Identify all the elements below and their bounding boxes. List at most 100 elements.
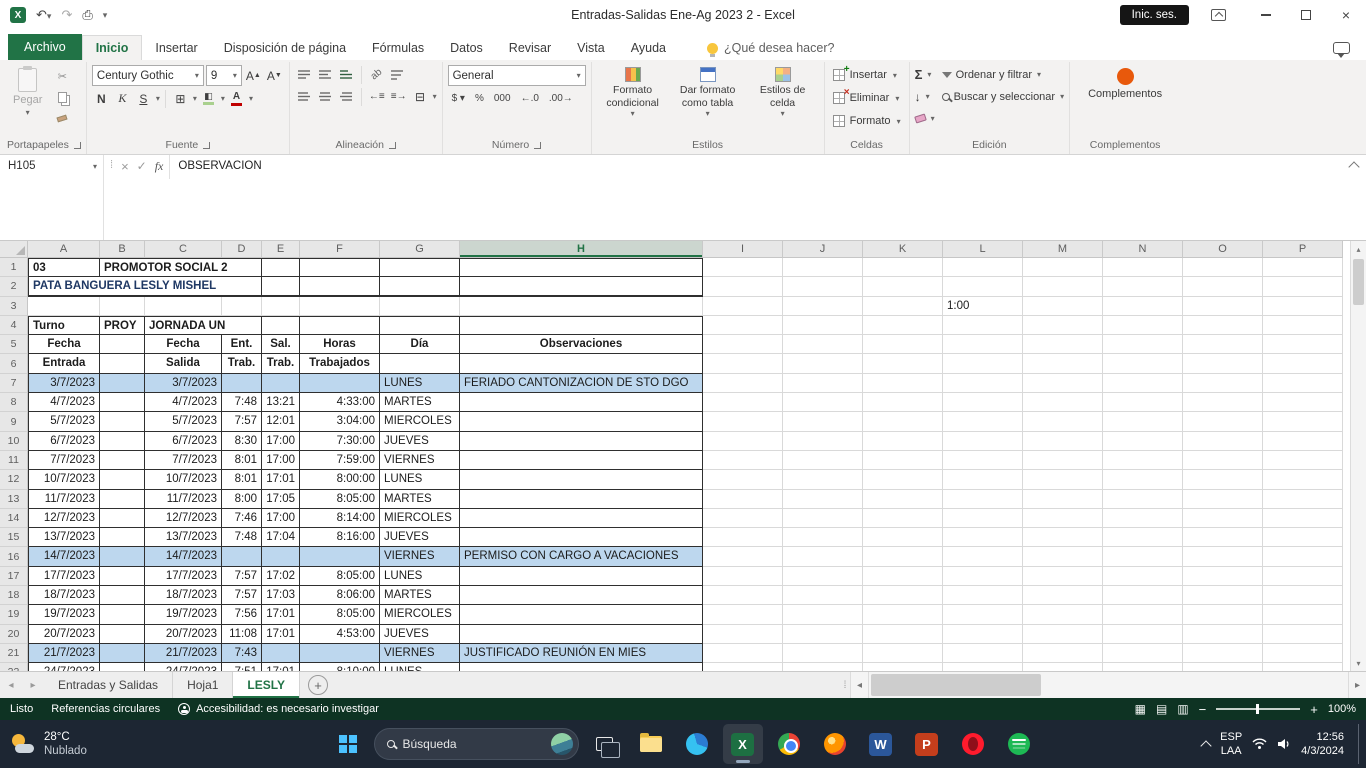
cell-F21[interactable] [300,644,380,663]
column-header-N[interactable]: N [1103,241,1183,258]
cell-P9[interactable] [1263,412,1343,431]
cell-H4[interactable] [460,316,703,335]
cell-H16[interactable]: PERMISO CON CARGO A VACACIONES [460,547,703,566]
cell-L13[interactable] [943,490,1023,509]
shrink-font-button[interactable]: A▼ [265,66,284,85]
cell-K19[interactable] [863,605,943,624]
cell-A4[interactable]: Turno [28,316,100,335]
currency-format-button[interactable]: $ ▾ [448,89,469,108]
cell-D7[interactable] [222,374,262,393]
cell-P3[interactable] [1263,297,1343,316]
tab-disposicion[interactable]: Disposición de página [211,36,359,60]
cell-M21[interactable] [1023,644,1103,663]
cell-H12[interactable] [460,470,703,489]
cell-K14[interactable] [863,509,943,528]
cell-O8[interactable] [1183,393,1263,412]
cell-A13[interactable]: 11/7/2023 [28,490,100,509]
cell-G6[interactable] [380,354,460,373]
cell-A8[interactable]: 4/7/2023 [28,393,100,412]
new-sheet-button[interactable]: + [308,675,328,695]
cell-C20[interactable]: 20/7/2023 [145,625,222,644]
cell-J22[interactable] [783,663,863,671]
cell-M10[interactable] [1023,432,1103,451]
cell-F3[interactable] [300,297,380,316]
row-header-15[interactable]: 15 [0,528,28,547]
cell-A7[interactable]: 3/7/2023 [28,374,100,393]
cell-D17[interactable]: 7:57 [222,567,262,586]
cell-K6[interactable] [863,354,943,373]
cell-B21[interactable] [100,644,145,663]
cell-G19[interactable]: MIERCOLES [380,605,460,624]
cell-L20[interactable] [943,625,1023,644]
edge-button[interactable] [677,724,717,764]
cell-P16[interactable] [1263,547,1343,566]
excel-taskbar-button[interactable]: X [723,724,763,764]
cell-O17[interactable] [1183,567,1263,586]
cell-C7[interactable]: 3/7/2023 [145,374,222,393]
align-left-icon[interactable] [295,87,314,106]
cell-H14[interactable] [460,509,703,528]
format-cells-button[interactable]: Formato▾ [830,111,904,131]
tab-formulas[interactable]: Fórmulas [359,36,437,60]
cell-A11[interactable]: 7/7/2023 [28,451,100,470]
cell-E17[interactable]: 17:02 [262,567,300,586]
cell-N14[interactable] [1103,509,1183,528]
cell-E22[interactable]: 17:01 [262,663,300,671]
cell-J5[interactable] [783,335,863,354]
cell-F6[interactable]: Trabajados [300,354,380,373]
cell-O12[interactable] [1183,470,1263,489]
fill-button[interactable]: ↓▾ [915,87,935,106]
cell-G1[interactable] [380,258,460,277]
cell-C10[interactable]: 6/7/2023 [145,432,222,451]
font-dialog-launcher[interactable] [203,142,210,149]
task-view-button[interactable] [585,724,625,764]
tell-me-search[interactable]: ¿Qué desea hacer? [707,41,835,60]
cell-N22[interactable] [1103,663,1183,671]
cell-D5[interactable]: Ent. [222,335,262,354]
cell-I1[interactable] [703,258,783,277]
scroll-up-icon[interactable]: ▴ [1351,241,1366,257]
cell-K11[interactable] [863,451,943,470]
cell-P15[interactable] [1263,528,1343,547]
comma-format-button[interactable]: 000 [490,89,515,108]
undo-button[interactable]: ↶▾ [36,7,51,23]
vertical-scrollbar[interactable]: ▴ ▾ [1350,241,1366,671]
row-header-12[interactable]: 12 [0,470,28,489]
cell-O11[interactable] [1183,451,1263,470]
cell-K16[interactable] [863,547,943,566]
cell-B9[interactable] [100,412,145,431]
column-header-G[interactable]: G [380,241,460,258]
copy-icon[interactable] [51,88,73,106]
cell-N20[interactable] [1103,625,1183,644]
column-header-M[interactable]: M [1023,241,1103,258]
cell-B6[interactable] [100,354,145,373]
page-break-view-icon[interactable]: ▥ [1177,702,1188,716]
format-painter-icon[interactable] [51,109,73,127]
cell-F10[interactable]: 7:30:00 [300,432,380,451]
cell-I6[interactable] [703,354,783,373]
cell-G11[interactable]: VIERNES [380,451,460,470]
cell-H11[interactable] [460,451,703,470]
cell-E9[interactable]: 12:01 [262,412,300,431]
cell-G16[interactable]: VIERNES [380,547,460,566]
cell-G4[interactable] [380,316,460,335]
row-header-4[interactable]: 4 [0,316,28,335]
page-layout-view-icon[interactable]: ▤ [1156,702,1167,716]
cell-M13[interactable] [1023,490,1103,509]
cell-B1[interactable]: PROMOTOR SOCIAL 2 [100,258,262,277]
cell-M7[interactable] [1023,374,1103,393]
tab-vista[interactable]: Vista [564,36,618,60]
cell-J13[interactable] [783,490,863,509]
cell-C19[interactable]: 19/7/2023 [145,605,222,624]
cell-L12[interactable] [943,470,1023,489]
cell-F19[interactable]: 8:05:00 [300,605,380,624]
cell-D13[interactable]: 8:00 [222,490,262,509]
zoom-level[interactable]: 100% [1328,703,1356,715]
chrome-button[interactable] [769,724,809,764]
italic-button[interactable]: K [113,89,132,108]
cell-M18[interactable] [1023,586,1103,605]
cell-E7[interactable] [262,374,300,393]
cell-I21[interactable] [703,644,783,663]
cell-H13[interactable] [460,490,703,509]
formula-bar-input[interactable]: OBSERVACION [170,155,1366,240]
